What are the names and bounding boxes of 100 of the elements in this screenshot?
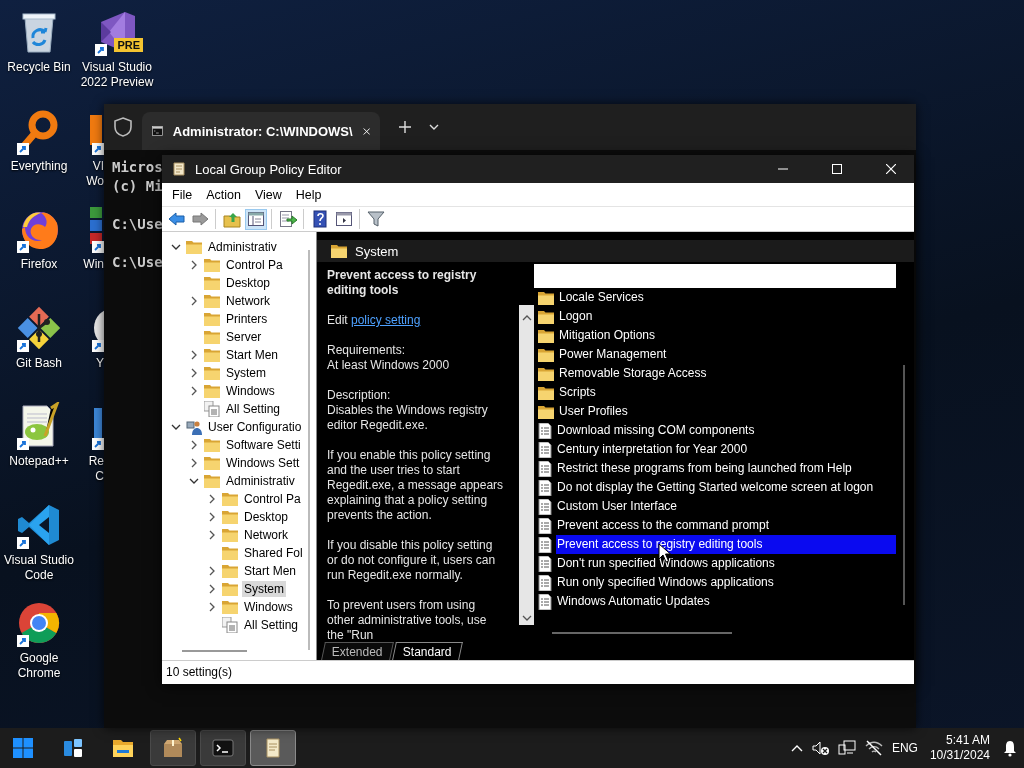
desktop-icon-label[interactable]: Git Bash bbox=[16, 355, 62, 371]
scrollbar[interactable] bbox=[552, 632, 732, 634]
section-title: System bbox=[355, 243, 399, 259]
bell-icon[interactable] bbox=[1002, 739, 1018, 757]
tree-item[interactable]: All Setting bbox=[242, 617, 301, 633]
scrollbar[interactable] bbox=[182, 650, 247, 652]
view-tab[interactable]: Extended bbox=[321, 642, 394, 660]
list-item[interactable]: Removable Storage Access bbox=[558, 364, 896, 383]
taskbar-button[interactable] bbox=[150, 730, 196, 766]
scroll-down-icon[interactable] bbox=[521, 615, 532, 621]
list-item[interactable]: Power Management bbox=[558, 345, 896, 364]
user-computer-icon bbox=[186, 419, 202, 435]
folder-icon bbox=[538, 290, 554, 305]
tree-item[interactable]: Desktop bbox=[242, 509, 291, 525]
list-item[interactable]: Download missing COM components bbox=[556, 421, 896, 440]
tree-item[interactable]: System bbox=[242, 581, 286, 597]
desktop-icon-label[interactable]: Visual Studio 2022 Preview bbox=[80, 60, 154, 90]
terminal-text: C:\Use bbox=[112, 253, 163, 272]
add-tab-icon[interactable] bbox=[398, 120, 412, 134]
desktop-icon-label[interactable]: Visual Studio Code bbox=[4, 552, 74, 583]
terminal-tab[interactable]: Administrator: C:\WINDOWS\ bbox=[142, 112, 380, 150]
scrollbar[interactable] bbox=[519, 305, 534, 625]
desktop-icon-label[interactable]: VI Wo bbox=[86, 158, 104, 189]
clock[interactable]: 5:41 AM 10/31/2024 bbox=[929, 733, 990, 763]
chevron-up-icon[interactable] bbox=[789, 743, 804, 753]
list-item[interactable]: Run only specified Windows applications bbox=[556, 573, 896, 592]
policy-setting-link[interactable]: policy setting bbox=[351, 313, 421, 327]
edit-label: Edit bbox=[327, 313, 349, 327]
section-text: Description: Disables the Windows registry editor Regedit.exe. bbox=[327, 388, 489, 433]
dropdown-icon[interactable] bbox=[428, 123, 440, 131]
list-item[interactable]: Do not display the Getting Started welcome screen at logon bbox=[556, 478, 896, 497]
network-icon[interactable] bbox=[837, 740, 856, 756]
desktop-icon-label[interactable]: Notepad++ bbox=[9, 454, 69, 469]
folder-icon bbox=[538, 347, 554, 362]
shield-icon[interactable] bbox=[114, 117, 132, 137]
list-item[interactable]: Logon bbox=[558, 307, 896, 326]
scrollbar[interactable] bbox=[308, 250, 310, 650]
close-icon[interactable] bbox=[362, 125, 370, 137]
list-item[interactable]: Restrict these programs from being launched from Help bbox=[556, 459, 896, 478]
taskbar-button[interactable] bbox=[250, 730, 296, 766]
filter-button[interactable] bbox=[365, 208, 387, 230]
list-item[interactable]: Prevent access to registry editing tools bbox=[556, 535, 896, 554]
folder-icon bbox=[538, 366, 554, 381]
settings-page-icon bbox=[538, 517, 552, 534]
tree-item[interactable]: Network bbox=[242, 527, 290, 543]
wifi-off-icon[interactable] bbox=[863, 740, 884, 756]
tree-item[interactable]: Start Men bbox=[242, 563, 299, 579]
back-icon bbox=[167, 210, 185, 228]
speaker-muted-icon[interactable] bbox=[811, 740, 830, 756]
tree-item[interactable]: Desktop bbox=[224, 275, 273, 291]
tree-item[interactable]: Software Setti bbox=[224, 437, 303, 453]
list-item[interactable]: Don't run specified Windows applications bbox=[556, 554, 896, 573]
tree-item[interactable]: Start Men bbox=[224, 347, 281, 363]
list-item[interactable]: Windows Automatic Updates bbox=[556, 592, 896, 611]
collapse-chevron-icon[interactable] bbox=[170, 242, 182, 252]
terminal-text: (c) Mi bbox=[112, 177, 163, 196]
folder-icon bbox=[204, 384, 220, 398]
export-button[interactable] bbox=[277, 208, 299, 230]
scrollbar[interactable] bbox=[903, 365, 905, 605]
tree-item[interactable]: Administrativ bbox=[206, 239, 279, 255]
list-item[interactable]: Locale Services bbox=[558, 288, 896, 307]
tree-item[interactable]: System bbox=[224, 365, 268, 381]
tree-item[interactable]: Administrativ bbox=[224, 473, 297, 489]
list-item[interactable]: Century interpretation for Year 2000 bbox=[556, 440, 896, 459]
tree-item[interactable]: Server bbox=[224, 329, 264, 345]
folder-icon bbox=[222, 546, 238, 560]
terminal-text: C:\Use bbox=[112, 215, 163, 234]
description-text: To prevent users from using other administrative tools, use the "Run bbox=[327, 598, 488, 640]
tree-item[interactable]: All Setting bbox=[224, 401, 283, 417]
desktop-icon-label[interactable]: Google Chrome bbox=[17, 651, 61, 681]
tree-item[interactable]: Shared Fol bbox=[242, 545, 305, 561]
tree-toggle-button[interactable] bbox=[245, 208, 267, 230]
tree-item[interactable]: Windows bbox=[224, 383, 277, 399]
desktop-icon-label[interactable]: Re C bbox=[88, 454, 104, 484]
desktop-icon-label[interactable]: Win bbox=[83, 257, 104, 272]
folder-icon bbox=[222, 528, 238, 542]
tree-item[interactable]: Printers bbox=[224, 311, 270, 327]
collapse-chevron-icon[interactable] bbox=[188, 476, 200, 486]
list-item[interactable]: Prevent access to the command prompt bbox=[556, 516, 896, 535]
close-icon bbox=[886, 164, 896, 174]
view-tab[interactable]: Standard bbox=[391, 642, 463, 660]
list-item[interactable]: Scripts bbox=[558, 383, 896, 402]
list-item[interactable]: Mitigation Options bbox=[558, 326, 896, 345]
desktop-icon-label[interactable]: Everything bbox=[10, 158, 68, 174]
scroll-up-icon[interactable] bbox=[521, 315, 532, 321]
folder-icon bbox=[204, 312, 220, 326]
tree-item[interactable]: Windows bbox=[242, 599, 295, 615]
desktop-icon-label[interactable]: Recycle Bin bbox=[7, 60, 71, 75]
collapse-chevron-icon[interactable] bbox=[170, 422, 182, 432]
language-indicator[interactable]: ENG bbox=[891, 740, 918, 756]
desktop-icon-label[interactable]: Firefox bbox=[20, 257, 58, 272]
tree-item[interactable]: Windows Sett bbox=[224, 455, 302, 471]
list-item[interactable]: User Profiles bbox=[558, 402, 896, 421]
tree-item[interactable]: Control Pa bbox=[224, 257, 285, 273]
tree-item[interactable]: Network bbox=[224, 293, 272, 309]
list-item[interactable]: Custom User Interface bbox=[556, 497, 896, 516]
tree-item[interactable]: Control Pa bbox=[242, 491, 303, 507]
preview-badge: PRE bbox=[114, 38, 143, 52]
tree-item[interactable]: User Configuratio bbox=[206, 419, 304, 435]
desktop-icon-label[interactable]: Y bbox=[96, 355, 104, 371]
